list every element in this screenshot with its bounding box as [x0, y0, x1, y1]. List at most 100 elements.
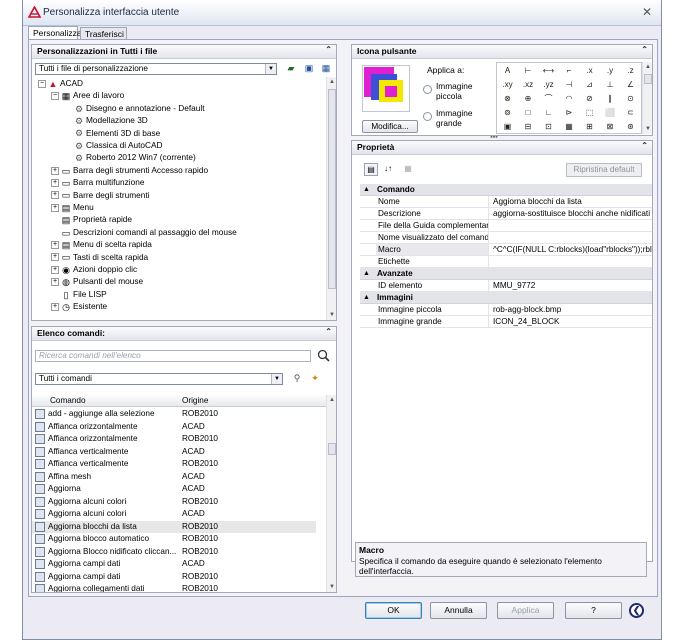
command-row[interactable]: Aggiorna Blocco nidificato cliccan... ROB… [32, 546, 316, 559]
column-command[interactable]: Comando [50, 395, 86, 406]
gallery-image-icon[interactable]: ⊙ [622, 92, 639, 106]
command-row[interactable]: Affianca orizzontalmente ACAD [32, 421, 316, 434]
gallery-image-icon[interactable]: .xy [499, 78, 516, 92]
title-bar[interactable]: Personalizza interfaccia utente ✕ [23, 0, 661, 26]
property-row[interactable]: Descrizione aggiorna-sostituisce blocchi … [360, 208, 652, 220]
gallery-image-icon[interactable]: ⊳ [561, 106, 578, 120]
open-file-icon[interactable]: ▰ [285, 63, 297, 74]
gallery-image-icon[interactable]: ∠ [622, 78, 639, 92]
gallery-image-icon[interactable]: ⌒ [540, 92, 557, 106]
button-image-gallery[interactable]: A ⊢ ⟷ ⌐ .x .y .z .xy .xz .yz ⊣ ⊿ ⊥ ∠ ⊗ ⊕ ⌒ ◠ ⊘ ∥ ⊙ ⊚ □ ∟ ⊳ ⬚ ⬜ ⊂ ▣ ⊟ ⊡… [496, 62, 642, 134]
sort-alphabetical-icon[interactable]: ↓↑ [381, 163, 395, 176]
customizations-panel-header[interactable]: Personalizzazioni in Tutti i file ⌃ [32, 45, 336, 59]
command-row[interactable]: Affina mesh ACAD [32, 471, 316, 484]
gallery-image-icon[interactable]: ▦ [561, 120, 578, 133]
close-icon[interactable]: ✕ [640, 5, 654, 19]
gallery-image-icon[interactable]: ⊚ [499, 106, 516, 120]
gallery-image-icon[interactable]: ⬜ [602, 106, 619, 120]
scroll-down-icon[interactable]: ▼ [327, 582, 336, 592]
tree-item[interactable]: ▤ Proprietà rapide [51, 213, 132, 225]
scroll-thumb[interactable] [644, 74, 652, 84]
command-row[interactable]: Affianca verticalmente ROB2010 [32, 458, 316, 471]
gallery-image-icon[interactable]: .z [622, 64, 639, 78]
scroll-thumb[interactable] [328, 89, 336, 289]
help-button[interactable]: ? [565, 602, 622, 619]
gallery-image-icon[interactable]: ⊛ [622, 120, 639, 133]
tree-scrollbar[interactable]: ▲ ▼ [326, 77, 336, 320]
scroll-up-icon[interactable]: ▲ [327, 395, 336, 405]
expand-icon[interactable]: + [51, 278, 59, 287]
category-expander-icon[interactable]: ▲ [363, 268, 370, 279]
scroll-down-icon[interactable]: ▼ [643, 124, 652, 134]
command-row[interactable]: Aggiorna ACAD [32, 483, 316, 496]
property-grid[interactable]: ▲ Comando Nome Aggiorna blocchi da lista Des… [360, 184, 652, 334]
category-expander-icon[interactable]: ▲ [363, 292, 370, 303]
command-search-input[interactable]: Ricerca comandi nell'elenco [35, 350, 311, 362]
categorized-view-icon[interactable]: ▤ [364, 163, 378, 176]
command-row[interactable]: Aggiorna collegamenti dati ROB2010 [32, 583, 316, 592]
gallery-image-icon[interactable]: ⊡ [540, 120, 557, 133]
gallery-image-icon[interactable]: ⊞ [581, 120, 598, 133]
command-list-scrollbar[interactable]: ▲ ▼ [326, 395, 336, 592]
large-image-radio[interactable] [423, 112, 432, 121]
gallery-image-icon[interactable]: ⊕ [520, 92, 537, 106]
small-image-radio[interactable] [423, 85, 432, 94]
gallery-image-icon[interactable]: ⊘ [581, 92, 598, 106]
preview-icon[interactable]: ▦ [320, 63, 332, 74]
gallery-image-icon[interactable]: ⌐ [561, 64, 578, 78]
property-value[interactable]: rob-agg-block.bmp [491, 304, 652, 315]
command-row[interactable]: Aggiorna blocco automatico ROB2010 [32, 533, 316, 546]
tree-item[interactable]: + ◍ Pulsanti del mouse [51, 275, 143, 287]
property-row[interactable]: Immagine grande ICON_24_BLOCK [360, 316, 652, 328]
collapse-tree-icon[interactable]: − [51, 92, 59, 101]
tab-personalizza[interactable]: Personalizza [28, 26, 82, 40]
find-icon[interactable]: ⚲ [291, 373, 303, 384]
ok-button[interactable]: OK [365, 602, 422, 619]
tree-item[interactable]: ▯ File LISP [51, 288, 107, 300]
gallery-image-icon[interactable]: .yz [540, 78, 557, 92]
property-row[interactable]: ID elemento MMU_9772 [360, 280, 652, 292]
tree-item[interactable]: + ▭ Barra degli strumenti Accesso rapido [51, 164, 208, 176]
gallery-image-icon[interactable]: ⊂ [622, 106, 639, 120]
gallery-image-icon[interactable]: .y [602, 64, 619, 78]
tree-item[interactable]: + ▭ Barre degli strumenti [51, 189, 150, 201]
property-row[interactable]: Immagine piccola rob-agg-block.bmp [360, 304, 652, 316]
property-category[interactable]: ▲ Avanzate [360, 268, 652, 280]
gallery-image-icon[interactable]: ⊟ [520, 120, 537, 133]
command-row[interactable]: Aggiorna alcuni colori ROB2010 [32, 496, 316, 509]
tree-item[interactable]: + ◉ Azioni doppio clic [51, 263, 137, 275]
property-row[interactable]: File della Guida complementare [360, 220, 652, 232]
expand-icon[interactable]: + [51, 265, 59, 274]
gallery-image-icon[interactable]: ⊿ [581, 78, 598, 92]
search-icon[interactable] [317, 349, 330, 362]
tree-item[interactable]: ⚙ Modellazione 3D [64, 114, 148, 126]
gallery-image-icon[interactable]: ⊢ [520, 64, 537, 78]
expand-icon[interactable]: + [51, 241, 59, 249]
tree-item[interactable]: − ▲ ACAD [38, 77, 83, 89]
gallery-image-icon[interactable]: ⟷ [540, 64, 557, 78]
property-row[interactable]: Macro ^C^C(IF(NULL C:rblocks)(load"rblock… [360, 244, 652, 256]
scroll-up-icon[interactable]: ▲ [643, 62, 652, 72]
tree-item[interactable]: + ▭ Tasti di scelta rapida [51, 251, 148, 263]
customization-tree[interactable]: − ▲ ACAD − ▦ Aree di lavoro ⚙ Disegno e annotaz… [32, 77, 326, 320]
expand-collapse-icon[interactable]: ❮ [629, 603, 644, 618]
expand-icon[interactable]: + [51, 191, 59, 200]
command-list[interactable]: add - aggiunge alla selezione ROB2010 Affi… [32, 408, 326, 592]
tree-item[interactable]: ⚙ Classica di AutoCAD [64, 139, 163, 151]
gallery-image-icon[interactable]: A [499, 64, 516, 78]
button-image-panel-header[interactable]: Icona pulsante ⌃ [352, 45, 652, 59]
gallery-image-icon[interactable]: ▣ [499, 120, 516, 133]
collapse-tree-icon[interactable]: − [38, 79, 46, 88]
gallery-image-icon[interactable]: ⊗ [499, 92, 516, 106]
new-command-icon[interactable]: ✦ [309, 373, 321, 384]
gallery-image-icon[interactable]: ⊣ [561, 78, 578, 92]
gallery-image-icon[interactable]: ⊥ [602, 78, 619, 92]
command-row[interactable]: Aggiorna campi dati ROB2010 [32, 571, 316, 584]
collapse-icon[interactable]: ⌃ [325, 327, 332, 336]
properties-panel-header[interactable]: Proprietà ⌃ [352, 141, 652, 155]
scroll-up-icon[interactable]: ▲ [327, 77, 336, 87]
scroll-thumb[interactable] [328, 443, 336, 455]
property-category[interactable]: ▲ Immagini [360, 292, 652, 304]
tree-item[interactable]: + ▤ Menu [51, 201, 94, 213]
gallery-image-icon[interactable]: .x [581, 64, 598, 78]
